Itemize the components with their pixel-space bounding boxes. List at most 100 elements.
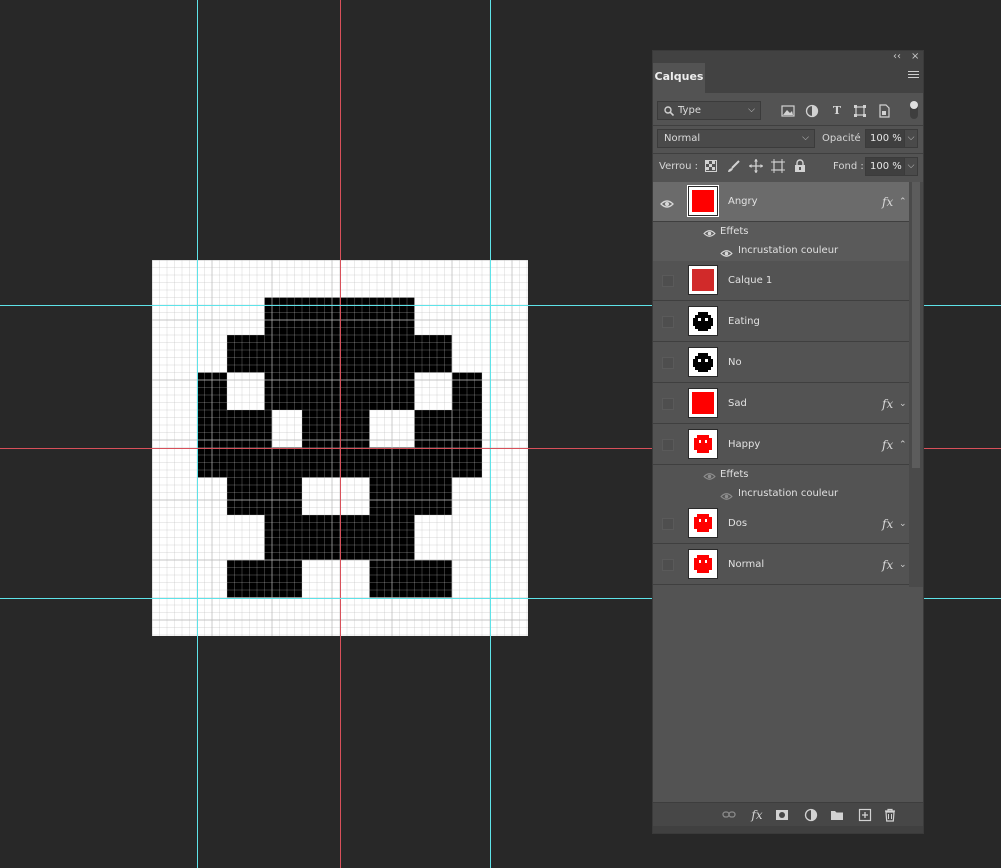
- layers-list: Angry fx ⌃ Effets Incrustation couleur Calque…: [653, 182, 923, 802]
- layer-thumbnail: [688, 265, 718, 295]
- layer-thumbnail: [687, 185, 719, 217]
- eye-icon[interactable]: [703, 226, 716, 237]
- layer-name[interactable]: Happy: [728, 425, 760, 465]
- eye-icon[interactable]: [703, 469, 716, 480]
- pixel-block: [302, 410, 370, 448]
- layer-thumbnail: [688, 429, 718, 459]
- fx-icon[interactable]: fx: [882, 545, 893, 585]
- layer-row-sad[interactable]: Sad fx ⌄: [653, 384, 909, 424]
- fx-icon[interactable]: fx: [882, 384, 893, 424]
- shape-layer-filter-icon[interactable]: [853, 104, 867, 118]
- layer-name[interactable]: Sad: [728, 384, 747, 424]
- layer-name[interactable]: No: [728, 343, 742, 383]
- filter-kind-label: Type: [678, 105, 701, 116]
- visibility-toggle[interactable]: [662, 559, 674, 571]
- adjustment-layer-filter-icon[interactable]: [805, 104, 819, 118]
- chevron-up-icon[interactable]: ⌃: [899, 425, 907, 465]
- effect-color-overlay-row[interactable]: Incrustation couleur: [653, 241, 909, 262]
- layer-thumbnail: [688, 388, 718, 418]
- visibility-toggle[interactable]: [662, 518, 674, 530]
- chevron-down-icon[interactable]: ⌄: [899, 545, 907, 585]
- fx-icon[interactable]: fx: [882, 504, 893, 544]
- chevron-down-icon[interactable]: ⌄: [899, 384, 907, 424]
- chevron-up-icon[interactable]: ⌃: [899, 182, 907, 222]
- eye-icon[interactable]: [720, 489, 733, 500]
- scrollbar-thumb[interactable]: [912, 182, 920, 468]
- lock-all-icon[interactable]: [794, 159, 806, 173]
- layer-row-happy[interactable]: Happy fx ⌃: [653, 425, 909, 465]
- add-layer-mask-icon[interactable]: [775, 808, 789, 822]
- lock-position-icon[interactable]: [749, 159, 763, 173]
- filter-toggle-switch[interactable]: [910, 101, 918, 119]
- pixel-block: [414, 410, 482, 448]
- opacity-dropdown-arrow[interactable]: ⌵: [904, 129, 918, 148]
- layer-row-dos[interactable]: Dos fx ⌄: [653, 504, 909, 544]
- layer-thumbnail: [688, 508, 718, 538]
- layer-row-normal[interactable]: Normal fx ⌄: [653, 545, 909, 585]
- visibility-toggle[interactable]: [662, 357, 674, 369]
- blend-mode-label: Normal: [664, 133, 701, 144]
- panel-menu-icon[interactable]: [908, 71, 919, 81]
- lock-artboard-icon[interactable]: [771, 159, 785, 173]
- visibility-toggle[interactable]: [662, 439, 674, 451]
- panel-header-strip: ‹‹ ×: [653, 51, 923, 63]
- layer-name[interactable]: Dos: [728, 504, 747, 544]
- guide-vertical-1[interactable]: [197, 0, 198, 868]
- layer-name[interactable]: Calque 1: [728, 261, 772, 301]
- layer-row-angry[interactable]: Angry fx ⌃: [653, 182, 909, 222]
- lock-label: Verrou :: [659, 161, 699, 172]
- new-adjustment-layer-icon[interactable]: [804, 808, 818, 822]
- guide-vertical-center[interactable]: [340, 0, 341, 868]
- collapse-panel-button[interactable]: ‹‹: [893, 51, 901, 63]
- lock-image-pixels-icon[interactable]: [727, 160, 740, 173]
- chevron-down-icon[interactable]: ⌄: [899, 504, 907, 544]
- lock-transparent-pixels-icon[interactable]: [705, 160, 717, 172]
- layer-row-calque-1[interactable]: Calque 1: [653, 261, 909, 301]
- layer-name[interactable]: Eating: [728, 302, 760, 342]
- pixel-layer-filter-icon[interactable]: [781, 105, 795, 117]
- fx-icon[interactable]: fx: [882, 425, 893, 465]
- new-group-folder-icon[interactable]: [830, 808, 844, 822]
- layer-name[interactable]: Angry: [728, 182, 758, 222]
- add-layer-style-icon[interactable]: fx: [750, 808, 764, 822]
- layer-thumbnail: [688, 549, 718, 579]
- layers-scrollbar[interactable]: [909, 182, 923, 587]
- visibility-toggle[interactable]: [662, 398, 674, 410]
- eye-icon[interactable]: [720, 246, 733, 257]
- tab-layers[interactable]: Calques: [653, 63, 705, 93]
- chevron-down-icon: ⌵: [802, 133, 809, 143]
- guide-vertical-2[interactable]: [490, 0, 491, 868]
- fx-icon[interactable]: fx: [882, 182, 893, 222]
- filter-kind-dropdown[interactable]: Type ⌵: [657, 101, 761, 120]
- visibility-toggle[interactable]: [662, 316, 674, 328]
- panel-tab-bar: Calques: [653, 63, 923, 93]
- type-layer-filter-icon[interactable]: T: [830, 104, 844, 118]
- lock-row: Verrou : Fond : 100 % ⌵: [653, 157, 923, 179]
- opacity-input[interactable]: 100 %: [865, 129, 905, 148]
- blend-row: Normal ⌵ Opacité : 100 % ⌵: [653, 129, 923, 151]
- blend-mode-dropdown[interactable]: Normal ⌵: [657, 129, 815, 148]
- layer-row-no[interactable]: No: [653, 343, 909, 383]
- panel-resize-grip[interactable]: [653, 826, 923, 833]
- layer-thumbnail: [688, 347, 718, 377]
- effect-name: Incrustation couleur: [738, 488, 839, 499]
- pixel-block: [369, 477, 452, 515]
- new-layer-icon[interactable]: [858, 808, 872, 822]
- eye-icon[interactable]: [660, 194, 674, 208]
- fill-dropdown-arrow[interactable]: ⌵: [904, 157, 918, 176]
- layer-thumbnail: [688, 306, 718, 336]
- layer-row-eating[interactable]: Eating: [653, 302, 909, 342]
- fill-input[interactable]: 100 %: [865, 157, 905, 176]
- opacity-label: Opacité :: [822, 133, 868, 144]
- effects-label: Effets: [720, 226, 749, 237]
- smart-object-filter-icon[interactable]: [877, 104, 891, 118]
- filter-row: Type ⌵ T: [653, 100, 923, 122]
- close-panel-button[interactable]: ×: [911, 51, 919, 63]
- layer-name[interactable]: Normal: [728, 545, 764, 585]
- visibility-toggle[interactable]: [662, 275, 674, 287]
- effects-row[interactable]: Effets: [653, 465, 909, 484]
- effect-color-overlay-row[interactable]: Incrustation couleur: [653, 484, 909, 505]
- effects-row[interactable]: Effets: [653, 222, 909, 241]
- link-layers-icon[interactable]: [722, 808, 736, 822]
- delete-layer-icon[interactable]: [883, 808, 897, 822]
